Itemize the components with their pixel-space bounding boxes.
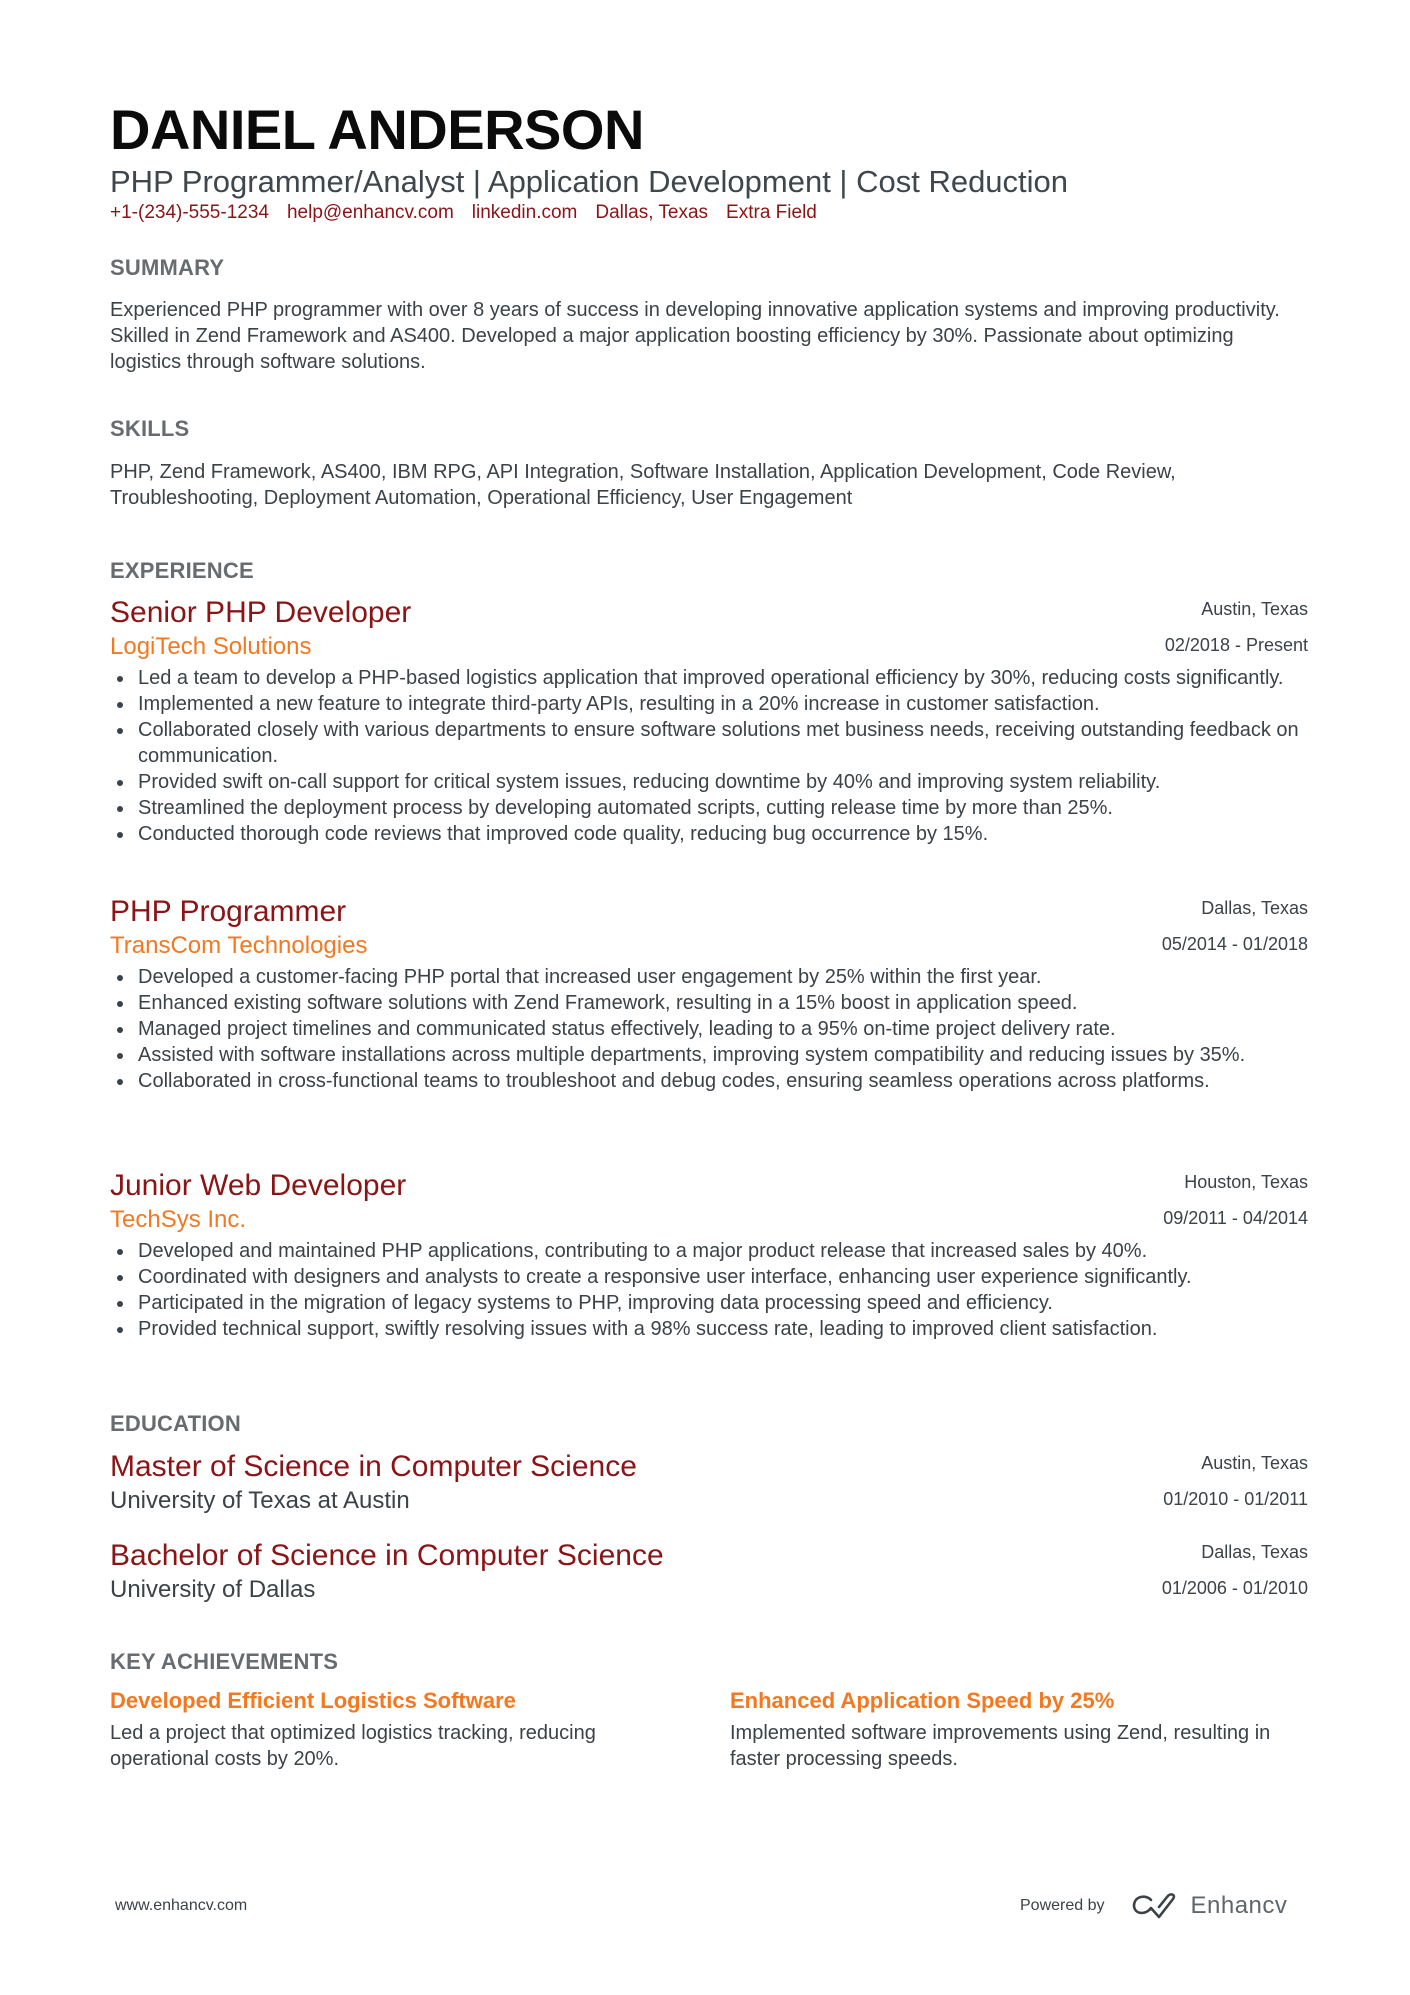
skills-heading: SKILLS: [110, 416, 190, 441]
contact-email[interactable]: help@enhancv.com: [287, 201, 454, 225]
job-location: Austin, Texas: [1201, 599, 1308, 619]
contact-location: Dallas, Texas: [595, 202, 709, 223]
bullet-icon: [117, 1327, 123, 1333]
contact-bar: +1-(234)-555-1234 help@enhancv.com linke…: [110, 201, 817, 225]
contact-linkedin[interactable]: linkedin.com: [472, 201, 578, 225]
bullet-item: Conducted thorough code reviews that imp…: [110, 821, 1310, 847]
footer-powered-by: Powered by Enhancv: [1020, 1892, 1287, 1920]
bullet-icon: [117, 1079, 123, 1085]
contact-extra-field: Extra Field: [726, 202, 817, 223]
bullet-item: Collaborated in cross-functional teams t…: [110, 1068, 1310, 1094]
bullet-item: Collaborated closely with various depart…: [110, 717, 1310, 769]
candidate-headline: PHP Programmer/Analyst | Application Dev…: [110, 164, 1069, 199]
company-name: TransCom Technologies: [110, 932, 368, 959]
powered-by-label: Powered by: [1020, 1897, 1105, 1914]
bullet-icon: [117, 1001, 123, 1007]
job-title: PHP Programmer: [110, 895, 347, 928]
achievement-text: Implemented software improvements using …: [730, 1722, 1271, 1770]
enhancv-logo-icon: [1132, 1893, 1175, 1919]
bullet-icon: [117, 1275, 123, 1281]
job-title: Senior PHP Developer: [110, 596, 412, 629]
bullet-item: Developed and maintained PHP application…: [110, 1238, 1310, 1264]
contact-phone[interactable]: +1-(234)-555-1234: [110, 201, 269, 225]
footer-website-link[interactable]: www.enhancv.com: [115, 1897, 247, 1915]
education-dates: 01/2010 - 01/2011: [1163, 1489, 1308, 1509]
job-location: Houston, Texas: [1184, 1172, 1308, 1192]
summary-text: Experienced PHP programmer with over 8 y…: [110, 299, 1280, 373]
bullet-item: Assisted with software installations acr…: [110, 1042, 1310, 1068]
experience-entry: PHP Programmer TransCom Technologies Dal…: [110, 894, 1308, 1094]
summary-heading: SUMMARY: [110, 255, 225, 280]
achievement-title: Enhanced Application Speed by 25%: [730, 1688, 1115, 1713]
achievement-item: Developed Efficient Logistics Software L…: [110, 1686, 700, 1772]
bullet-icon: [117, 1053, 123, 1059]
bullet-item: Coordinated with designers and analysts …: [110, 1264, 1310, 1290]
job-bullets: Led a team to develop a PHP-based logist…: [110, 665, 1308, 847]
skills-text: PHP, Zend Framework, AS400, IBM RPG, API…: [110, 461, 1176, 509]
bullet-icon: [117, 832, 123, 838]
bullet-icon: [117, 1027, 123, 1033]
bullet-item: Provided swift on-call support for criti…: [110, 769, 1310, 795]
degree-title: Bachelor of Science in Computer Science: [110, 1539, 664, 1572]
bullet-item: Participated in the migration of legacy …: [110, 1290, 1310, 1316]
school-name: University of Dallas: [110, 1576, 316, 1603]
school-name: University of Texas at Austin: [110, 1487, 410, 1514]
candidate-name: DANIEL ANDERSON: [110, 98, 644, 161]
job-title: Junior Web Developer: [110, 1169, 407, 1202]
school-location: Austin, Texas: [1201, 1453, 1308, 1473]
job-dates: 09/2011 - 04/2014: [1163, 1208, 1308, 1228]
job-bullets: Developed and maintained PHP application…: [110, 1238, 1308, 1342]
bullet-icon: [117, 975, 123, 981]
education-entry: Bachelor of Science in Computer Science …: [110, 1538, 1308, 1606]
bullet-icon: [117, 1249, 123, 1255]
education-dates: 01/2006 - 01/2010: [1161, 1578, 1308, 1598]
bullet-item: Managed project timelines and communicat…: [110, 1016, 1310, 1042]
achievement-text: Led a project that optimized logistics t…: [110, 1722, 596, 1770]
education-heading: EDUCATION: [110, 1411, 241, 1436]
job-bullets: Developed a customer-facing PHP portal t…: [110, 964, 1308, 1094]
bullet-icon: [117, 806, 123, 812]
bullet-item: Implemented a new feature to integrate t…: [110, 691, 1310, 717]
experience-heading: EXPERIENCE: [110, 558, 254, 583]
bullet-icon: [117, 728, 123, 734]
bullet-item: Enhanced existing software solutions wit…: [110, 990, 1310, 1016]
bullet-item: Streamlined the deployment process by de…: [110, 795, 1310, 821]
company-name: LogiTech Solutions: [110, 633, 312, 660]
bullet-icon: [117, 780, 123, 786]
company-name: TechSys Inc.: [110, 1206, 247, 1233]
job-location: Dallas, Texas: [1201, 898, 1308, 918]
job-dates: 02/2018 - Present: [1164, 635, 1308, 655]
job-dates: 05/2014 - 01/2018: [1161, 934, 1308, 954]
achievement-item: Enhanced Application Speed by 25% Implem…: [730, 1686, 1320, 1772]
bullet-icon: [117, 702, 123, 708]
education-entry: Master of Science in Computer Science Un…: [110, 1449, 1308, 1517]
experience-entry: Junior Web Developer TechSys Inc. Housto…: [110, 1168, 1308, 1342]
bullet-item: Provided technical support, swiftly reso…: [110, 1316, 1310, 1342]
bullet-icon: [117, 1301, 123, 1307]
bullet-item: Led a team to develop a PHP-based logist…: [110, 665, 1310, 691]
bullet-icon: [117, 676, 123, 682]
achievements-heading: KEY ACHIEVEMENTS: [110, 1649, 339, 1674]
enhancv-brand-name: Enhancv: [1190, 1892, 1288, 1919]
achievement-title: Developed Efficient Logistics Software: [110, 1688, 516, 1713]
degree-title: Master of Science in Computer Science: [110, 1450, 637, 1483]
school-location: Dallas, Texas: [1201, 1542, 1308, 1562]
bullet-item: Developed a customer-facing PHP portal t…: [110, 964, 1310, 990]
experience-entry: Senior PHP Developer LogiTech Solutions …: [110, 595, 1308, 847]
